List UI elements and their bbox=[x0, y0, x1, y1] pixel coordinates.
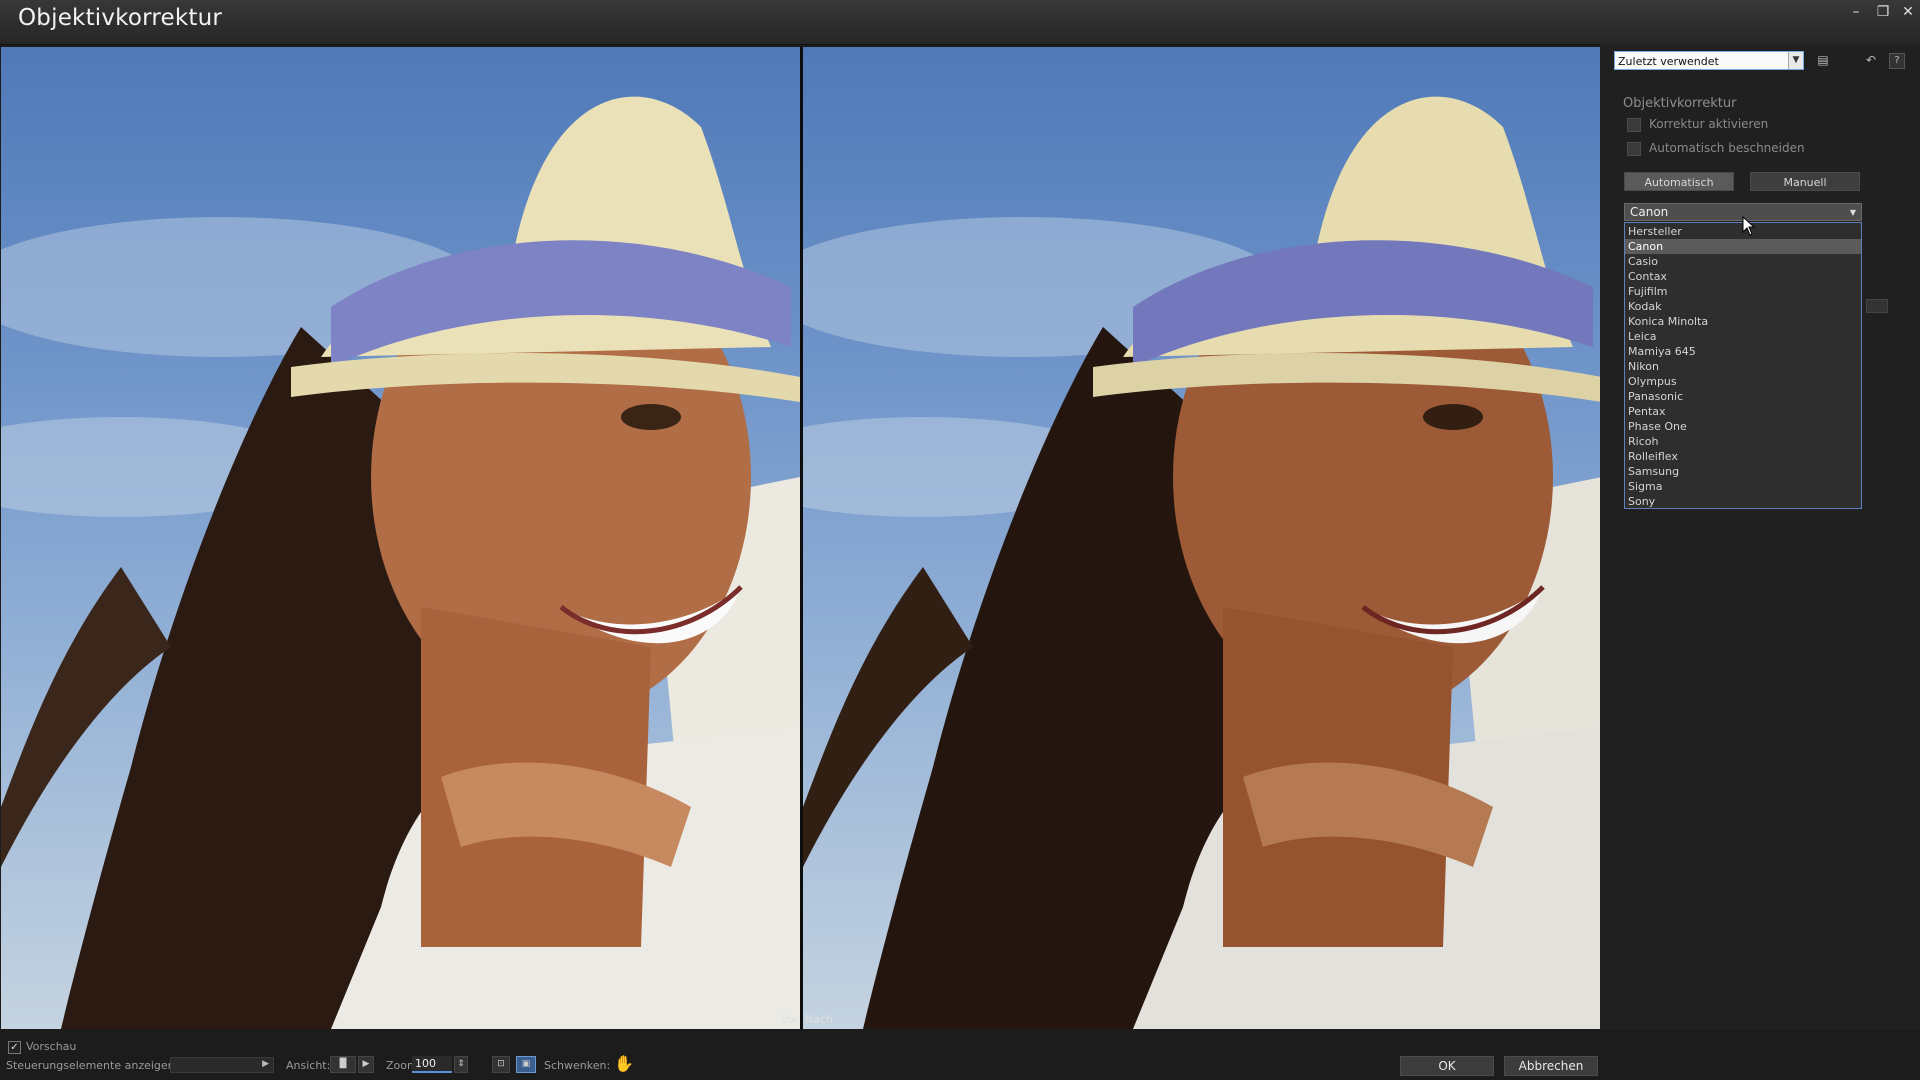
dropdown-option-rolleiflex[interactable]: Rolleiflex bbox=[1625, 449, 1861, 464]
dropdown-option-konica-minolta[interactable]: Konica Minolta bbox=[1625, 314, 1861, 329]
preset-select[interactable]: Zuletzt verwendet ▼ bbox=[1614, 51, 1804, 70]
spinner-control[interactable] bbox=[1866, 299, 1888, 313]
status-bar bbox=[0, 1030, 1920, 1080]
checkbox-box[interactable] bbox=[1627, 118, 1641, 132]
view-label: Ansicht: bbox=[286, 1059, 331, 1072]
preview-after[interactable] bbox=[803, 47, 1602, 1029]
section-title: Objektivkorrektur bbox=[1623, 96, 1737, 111]
pan-label: Schwenken: bbox=[544, 1059, 611, 1072]
preview-before[interactable] bbox=[1, 47, 800, 1029]
manual-button[interactable]: Manuell bbox=[1750, 172, 1860, 191]
dropdown-option-casio[interactable]: Casio bbox=[1625, 254, 1861, 269]
hand-tool-icon[interactable]: ✋ bbox=[614, 1054, 634, 1073]
zoom-input[interactable]: 100 bbox=[412, 1056, 452, 1073]
dropdown-option-leica[interactable]: Leica bbox=[1625, 329, 1861, 344]
maximize-icon[interactable]: ❐ bbox=[1872, 2, 1894, 22]
dropdown-option-nikon[interactable]: Nikon bbox=[1625, 359, 1861, 374]
mouse-cursor-icon bbox=[1742, 216, 1756, 236]
manufacturer-dropdown[interactable]: Hersteller Canon Casio Contax Fujifilm Kodak K… bbox=[1624, 222, 1862, 509]
chevron-down-icon[interactable]: ▼ bbox=[1850, 204, 1856, 221]
preview-label: Vorschau bbox=[26, 1040, 77, 1053]
reset-icon[interactable]: ↶ bbox=[1864, 53, 1878, 67]
ok-button[interactable]: OK bbox=[1400, 1056, 1494, 1076]
window-title: Objektivkorrektur bbox=[18, 5, 223, 31]
preset-value: Zuletzt verwendet bbox=[1618, 55, 1719, 68]
title-bar: Objektivkorrektur – ❐ ✕ bbox=[0, 0, 1920, 45]
zoom-spinner-icon[interactable]: ⇕ bbox=[454, 1056, 468, 1073]
preview-checkbox[interactable]: ✓ bbox=[8, 1041, 21, 1054]
dropdown-option-panasonic[interactable]: Panasonic bbox=[1625, 389, 1861, 404]
dropdown-option-olympus[interactable]: Olympus bbox=[1625, 374, 1861, 389]
close-icon[interactable]: ✕ bbox=[1897, 2, 1919, 22]
show-controls-label: Steuerungselemente anzeigen: bbox=[6, 1059, 179, 1072]
checkbox-box[interactable] bbox=[1627, 142, 1641, 156]
actual-size-icon[interactable]: ▣ bbox=[516, 1056, 536, 1073]
chevron-right-icon[interactable]: ▶ bbox=[262, 1059, 269, 1069]
split-view-icon[interactable]: ▐▌ bbox=[330, 1056, 356, 1073]
dropdown-option-sigma[interactable]: Sigma bbox=[1625, 479, 1861, 494]
dropdown-option-pentax[interactable]: Pentax bbox=[1625, 404, 1861, 419]
checkbox-label: Korrektur aktivieren bbox=[1649, 117, 1769, 131]
dropdown-option-samsung[interactable]: Samsung bbox=[1625, 464, 1861, 479]
cancel-button[interactable]: Abbrechen bbox=[1504, 1056, 1598, 1076]
dropdown-option-canon[interactable]: Canon bbox=[1625, 239, 1861, 254]
auto-button[interactable]: Automatisch bbox=[1624, 172, 1734, 191]
chevron-right-icon[interactable]: ▶ bbox=[358, 1056, 374, 1073]
dropdown-option-mamiya-645[interactable]: Mamiya 645 bbox=[1625, 344, 1861, 359]
before-label: Vor bbox=[781, 1013, 799, 1026]
show-controls-select[interactable]: ▶ bbox=[170, 1057, 274, 1073]
checkbox-label: Automatisch beschneiden bbox=[1649, 141, 1805, 155]
chevron-down-icon[interactable]: ▼ bbox=[1788, 52, 1803, 69]
minimize-icon[interactable]: – bbox=[1845, 2, 1867, 22]
dropdown-option-kodak[interactable]: Kodak bbox=[1625, 299, 1861, 314]
dropdown-option-fujifilm[interactable]: Fujifilm bbox=[1625, 284, 1861, 299]
save-icon[interactable]: ▤ bbox=[1816, 53, 1830, 67]
dropdown-option-ricoh[interactable]: Ricoh bbox=[1625, 434, 1861, 449]
dropdown-option-sony[interactable]: Sony bbox=[1625, 494, 1861, 509]
settings-panel bbox=[1600, 44, 1920, 1036]
dropdown-option-phase-one[interactable]: Phase One bbox=[1625, 419, 1861, 434]
help-icon[interactable]: ? bbox=[1889, 53, 1905, 69]
fit-view-icon[interactable]: ⊡ bbox=[492, 1056, 510, 1073]
after-label: Nach bbox=[805, 1013, 833, 1026]
manufacturer-value: Canon bbox=[1630, 205, 1669, 219]
dropdown-option-contax[interactable]: Contax bbox=[1625, 269, 1861, 284]
